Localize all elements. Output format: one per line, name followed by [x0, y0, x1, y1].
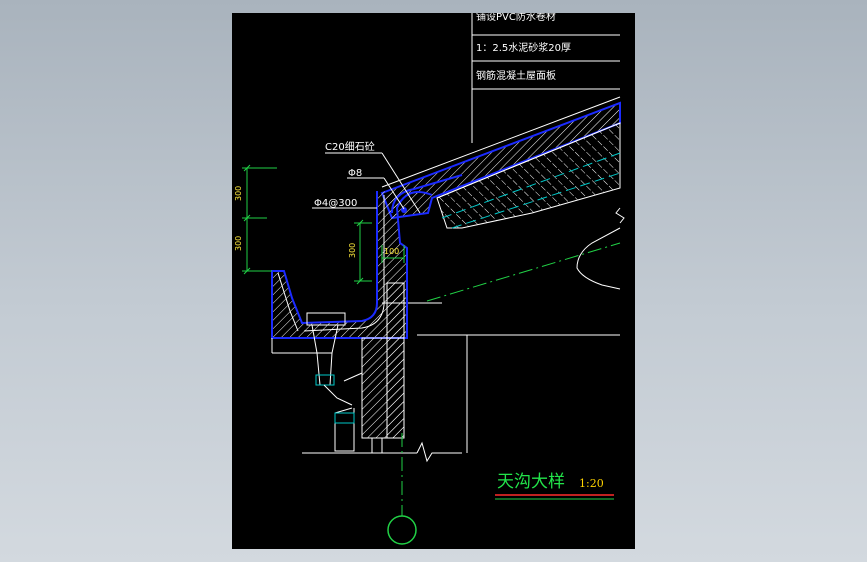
note-waterproof-membrane: 铺设PVC防水卷材 — [476, 13, 556, 23]
dimension-lower: 300 — [234, 236, 243, 251]
callout-bar-spacing: Φ4@300 — [314, 198, 357, 209]
dimension-width: 100 — [384, 247, 399, 256]
dimension-inner: 300 — [348, 243, 357, 258]
callout-bar: Φ8 — [348, 168, 362, 179]
gutter-body — [271, 174, 463, 354]
gutter-detail-drawing: 铺设PVC防水卷材 1：2.5水泥砂浆20厚 钢筋混凝土屋面板 300 300 … — [234, 13, 625, 545]
drawing-title: 天沟大样 — [497, 472, 565, 492]
roof-slab — [380, 96, 625, 336]
dimension-upper: 300 — [234, 186, 243, 201]
drawing-scale: 1:20 — [579, 477, 604, 490]
cad-drawing-sheet: 铺设PVC防水卷材 1：2.5水泥砂浆20厚 钢筋混凝土屋面板 300 300 … — [232, 13, 635, 549]
axis-line — [387, 433, 417, 545]
note-cement-mortar: 1：2.5水泥砂浆20厚 — [476, 41, 571, 54]
callout-concrete: C20细石砼 — [325, 140, 375, 153]
note-roof-slab: 钢筋混凝土屋面板 — [476, 69, 556, 82]
